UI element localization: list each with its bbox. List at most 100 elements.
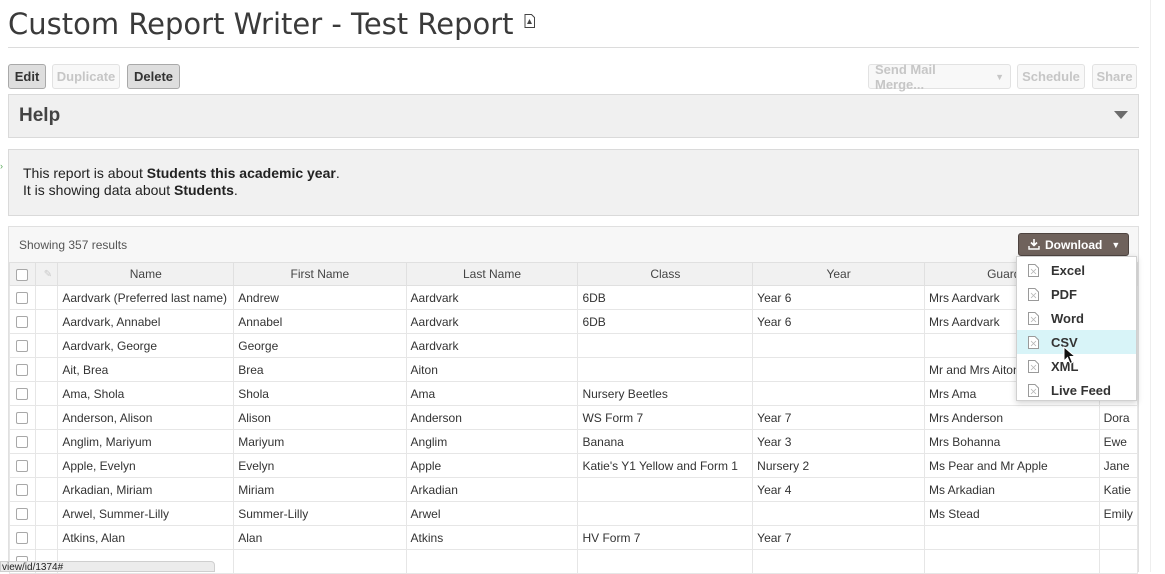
table-cell: Ama xyxy=(405,381,579,406)
table-cell: Aardvark (Preferred last name) xyxy=(57,285,235,310)
mouse-cursor-icon xyxy=(1063,346,1077,365)
table-cell: Ms Stead xyxy=(923,501,1100,526)
row-select-cell[interactable] xyxy=(9,501,36,526)
table-cell: Dora xyxy=(1098,405,1139,430)
edit-column-header: ✎ xyxy=(34,262,59,286)
table-cell xyxy=(577,357,754,382)
xml-file-icon xyxy=(1028,359,1039,373)
row-select-cell[interactable] xyxy=(9,381,36,406)
edit-button[interactable]: Edit xyxy=(8,64,46,89)
row-select-cell[interactable] xyxy=(9,525,36,550)
download-menu-item-word[interactable]: Word xyxy=(1017,306,1136,330)
row-checkbox[interactable] xyxy=(16,508,29,521)
table-row[interactable]: Aardvark, George George Aardvark xyxy=(9,333,1139,358)
row-checkbox[interactable] xyxy=(16,292,29,305)
row-checkbox[interactable] xyxy=(16,460,29,473)
table-cell: Alison xyxy=(233,405,407,430)
table-row[interactable]: Anglim, Mariyum Mariyum Anglim Banana Year 3… xyxy=(9,429,1139,454)
table-cell: Katie's Y1 Yellow and Form 1 xyxy=(577,453,754,478)
table-row[interactable]: Aardvark, Annabel Annabel Aardvark 6DB Year … xyxy=(9,309,1139,334)
row-select-cell[interactable] xyxy=(9,333,36,358)
select-all-cell[interactable] xyxy=(9,262,36,286)
table-cell xyxy=(577,501,754,526)
column-header[interactable]: Class xyxy=(577,262,754,286)
table-row[interactable]: Aardvark (Preferred last name) Andrew Aard… xyxy=(9,285,1139,310)
row-checkbox[interactable] xyxy=(16,388,29,401)
column-header[interactable]: First Name xyxy=(233,262,407,286)
table-cell: Nursery 2 xyxy=(752,453,925,478)
table-cell: Evelyn xyxy=(233,453,407,478)
table-cell: Year 3 xyxy=(752,429,925,454)
table-cell: Miriam xyxy=(233,477,407,502)
download-menu-item-label: Live Feed xyxy=(1051,382,1111,398)
table-cell: Brea xyxy=(233,357,407,382)
table-cell: Year 6 xyxy=(752,309,925,334)
download-menu-item-live-feed[interactable]: Live Feed xyxy=(1017,378,1136,402)
share-button[interactable]: Share xyxy=(1092,64,1137,89)
triangle-down-icon[interactable] xyxy=(1114,111,1128,119)
table-cell: Anderson xyxy=(405,405,579,430)
row-checkbox[interactable] xyxy=(16,412,29,425)
help-panel-header[interactable]: Help xyxy=(8,94,1139,138)
chevron-down-icon: ▼ xyxy=(995,71,1004,82)
row-checkbox[interactable] xyxy=(16,532,29,545)
row-checkbox[interactable] xyxy=(16,436,29,449)
table-cell xyxy=(752,501,925,526)
download-button[interactable]: Download ▼ xyxy=(1018,233,1129,256)
row-select-cell[interactable] xyxy=(9,429,36,454)
table-row[interactable]: Arwel, Summer-Lilly Summer-Lilly Arwel Ms S… xyxy=(9,501,1139,526)
table-row[interactable]: Ait, Brea Brea Aiton Mr and Mrs Aiton xyxy=(9,357,1139,382)
table-cell: Aardvark xyxy=(405,309,579,334)
row-edit-cell xyxy=(34,501,59,526)
table-cell: Mariyum xyxy=(233,429,407,454)
feed-file-icon xyxy=(1028,383,1039,397)
download-menu-item-excel[interactable]: Excel xyxy=(1017,258,1136,282)
row-checkbox[interactable] xyxy=(16,484,29,497)
table-row[interactable]: Anderson, Alison Alison Anderson WS Form 7Y… xyxy=(9,405,1139,430)
row-select-cell[interactable] xyxy=(9,309,36,334)
send-mail-merge-button[interactable]: Send Mail Merge... ▼ xyxy=(868,62,1011,92)
row-edit-cell xyxy=(34,285,59,310)
table-cell: Arkadian xyxy=(405,477,579,502)
csv-file-icon xyxy=(1028,335,1039,349)
page-title: Custom Report Writer - Test Report xyxy=(8,7,514,41)
table-row[interactable]: Apple, Evelyn Evelyn Apple Katie's Y1 Yello… xyxy=(9,453,1139,478)
column-header[interactable]: Name xyxy=(57,262,235,286)
pdf-file-icon xyxy=(1028,287,1039,301)
column-header[interactable]: Last Name xyxy=(405,262,579,286)
row-select-cell[interactable] xyxy=(9,285,36,310)
row-edit-cell xyxy=(34,309,59,334)
excel-file-icon xyxy=(1028,263,1039,277)
table-cell: Arwel xyxy=(405,501,579,526)
table-cell: Katie xyxy=(1098,477,1139,502)
download-menu-item-pdf[interactable]: PDF xyxy=(1017,282,1136,306)
table-cell xyxy=(752,333,925,358)
select-all-checkbox[interactable] xyxy=(16,268,29,281)
table-row[interactable]: Ama, Shola Shola Ama Nursery Beetles Mrs Ama xyxy=(9,381,1139,406)
duplicate-button[interactable]: Duplicate xyxy=(52,64,120,89)
row-select-cell[interactable] xyxy=(9,453,36,478)
row-checkbox[interactable] xyxy=(16,340,29,353)
table-row[interactable]: Arkadian, Miriam Miriam Arkadian Year 4 Ms A… xyxy=(9,477,1139,502)
row-checkbox[interactable] xyxy=(16,316,29,329)
column-header[interactable]: Year xyxy=(752,262,925,286)
page-edge-divider xyxy=(1150,0,1151,572)
table-cell xyxy=(233,549,407,574)
row-select-cell[interactable] xyxy=(9,405,36,430)
delete-button[interactable]: Delete xyxy=(127,64,180,89)
table-row[interactable]: Atkins, Alan Alan Atkins HV Form 7 Year 7 xyxy=(9,525,1139,550)
table-cell: Summer-Lilly xyxy=(233,501,407,526)
status-url: view/id/1374# xyxy=(2,562,64,572)
results-panel: Showing 357 results Download ▼ ✎ Name Fi… xyxy=(8,226,1139,574)
row-select-cell[interactable] xyxy=(9,477,36,502)
schedule-button[interactable]: Schedule xyxy=(1017,64,1085,89)
title-row: Custom Report Writer - Test Report xyxy=(8,4,535,44)
table-cell: Aiton xyxy=(405,357,579,382)
row-checkbox[interactable] xyxy=(16,364,29,377)
pdf-icon[interactable] xyxy=(524,14,535,28)
table-cell: Ewe xyxy=(1098,429,1139,454)
table-cell xyxy=(577,477,754,502)
row-select-cell[interactable] xyxy=(9,357,36,382)
report-about-line: This report is about Students this acade… xyxy=(23,165,340,181)
download-label: Download xyxy=(1045,237,1103,252)
